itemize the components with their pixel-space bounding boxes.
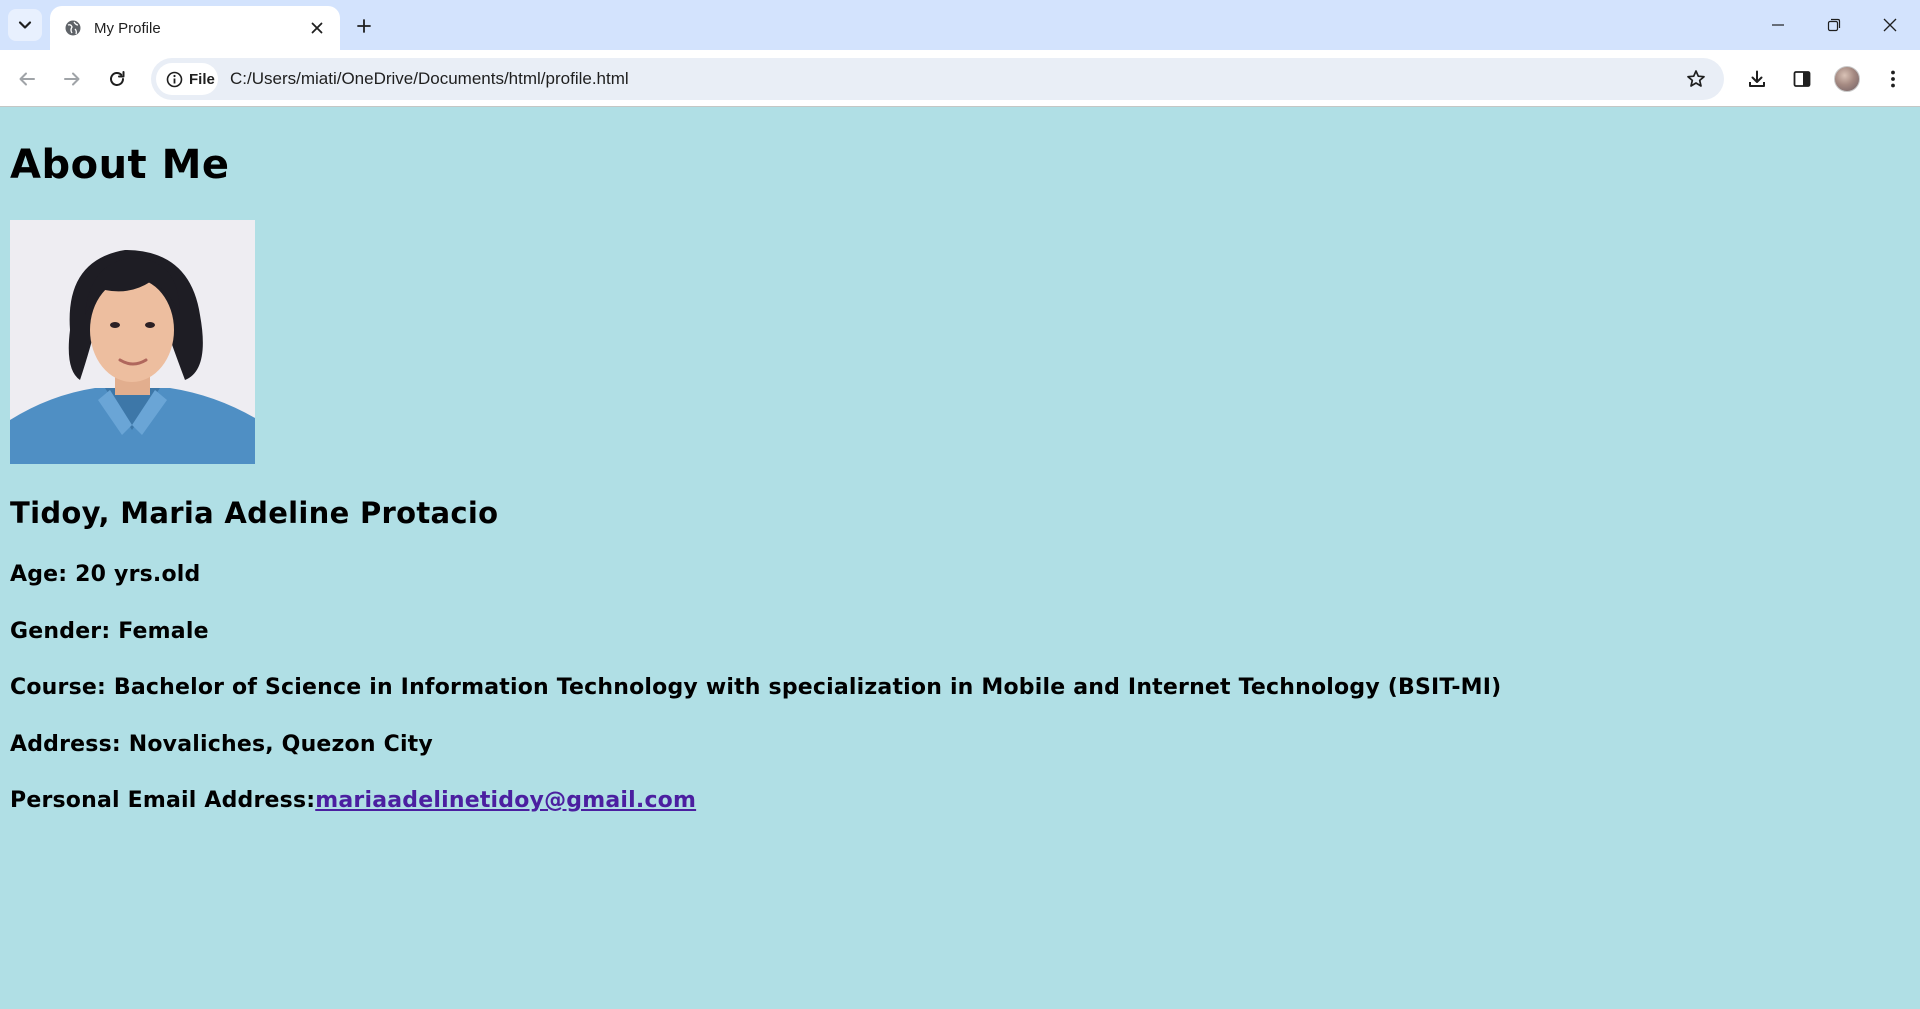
downloads-button[interactable]	[1739, 61, 1775, 97]
address-text: Address: Novaliches, Quezon City	[10, 732, 433, 757]
tab-search-button[interactable]	[8, 9, 42, 41]
back-button[interactable]	[9, 61, 45, 97]
email-link[interactable]: mariaadelinetidoy@gmail.com	[315, 788, 696, 813]
new-tab-button[interactable]	[348, 10, 380, 42]
back-arrow-icon	[19, 72, 35, 86]
profile-avatar-button[interactable]	[1834, 66, 1860, 92]
profile-name: Tidoy, Maria Adeline Protacio	[10, 496, 499, 530]
email-label: Personal Email Address:	[10, 788, 316, 813]
age-text: Age: 20 yrs.old	[10, 562, 201, 587]
kebab-menu-icon	[1891, 70, 1895, 88]
active-tab[interactable]: My Profile	[50, 6, 340, 50]
gender-text: Gender: Female	[10, 619, 209, 644]
download-icon	[1749, 70, 1765, 87]
plus-icon	[357, 19, 371, 33]
chevron-down-icon	[18, 21, 32, 29]
minimize-button[interactable]	[1750, 0, 1806, 50]
tab-strip: My Profile	[0, 0, 1920, 50]
reload-icon	[110, 71, 125, 86]
course-text: Course: Bachelor of Science in Informati…	[10, 675, 1502, 700]
side-panel-button[interactable]	[1784, 61, 1820, 97]
close-icon	[1883, 18, 1897, 32]
restore-button[interactable]	[1806, 0, 1862, 50]
info-icon	[166, 71, 183, 87]
portrait-illustration	[10, 220, 255, 464]
profile-photo	[10, 220, 255, 464]
globe-icon	[65, 20, 81, 36]
browser-toolbar: File C:/Users/miati/OneDrive/Documents/h…	[0, 50, 1920, 107]
address-bar[interactable]: File C:/Users/miati/OneDrive/Documents/h…	[151, 58, 1724, 100]
page-heading: About Me	[10, 142, 230, 188]
bookmark-button[interactable]	[1680, 63, 1712, 95]
tab-title: My Profile	[94, 19, 161, 37]
star-icon	[1687, 70, 1705, 87]
reload-button[interactable]	[99, 61, 135, 97]
minimize-icon	[1772, 24, 1784, 26]
restore-icon	[1827, 18, 1841, 32]
browser-menu-button[interactable]	[1875, 61, 1911, 97]
close-icon	[311, 22, 323, 34]
side-panel-icon	[1793, 71, 1811, 87]
page-content: About Me Tidoy, Maria Adeline Protacio A…	[0, 108, 1920, 1009]
forward-arrow-icon	[64, 72, 80, 86]
forward-button[interactable]	[54, 61, 90, 97]
url-text[interactable]: C:/Users/miati/OneDrive/Documents/html/p…	[230, 69, 629, 89]
site-info-chip[interactable]: File	[156, 63, 218, 95]
tab-close-button[interactable]	[306, 17, 328, 39]
email-line: Personal Email Address:mariaadelinetidoy…	[10, 788, 696, 813]
window-close-button[interactable]	[1862, 0, 1918, 50]
address-chip-label: File	[189, 70, 215, 88]
